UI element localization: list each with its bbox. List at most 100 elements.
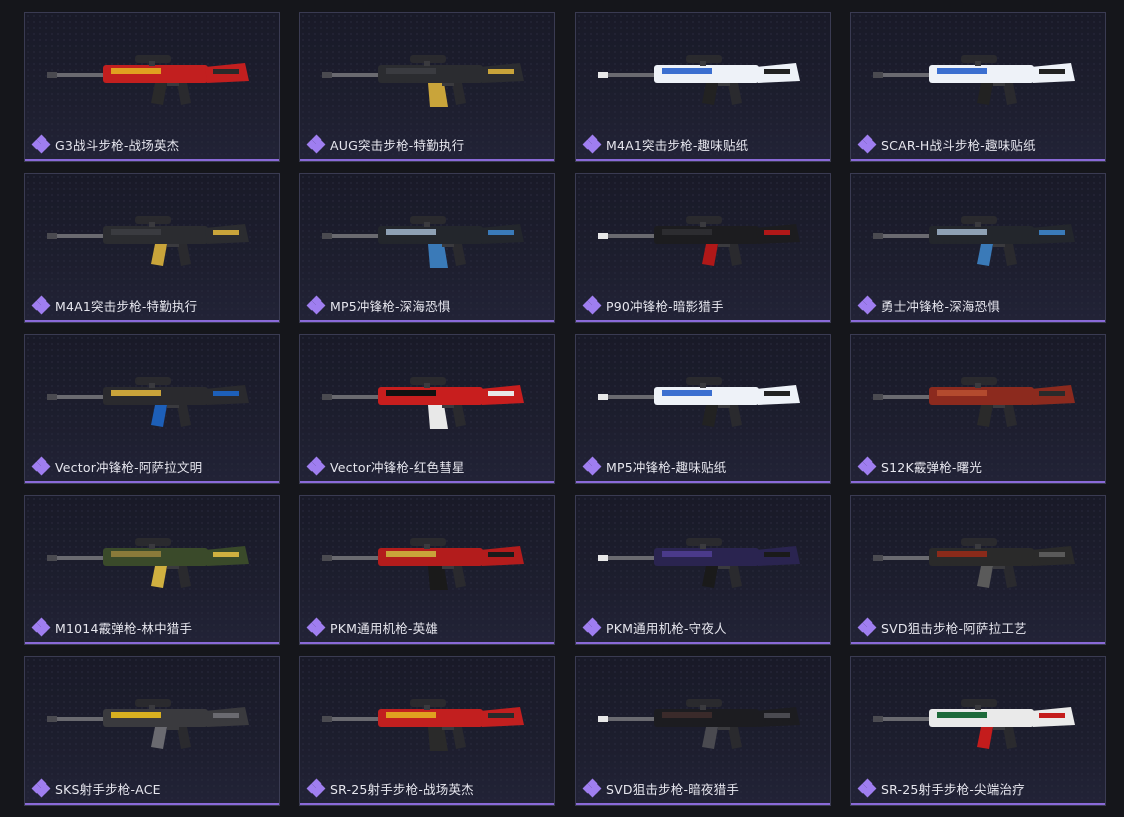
- diamond-cluster-icon: [306, 617, 326, 637]
- diamond-cluster-icon: [857, 456, 877, 476]
- diamond-cluster-icon: [857, 778, 877, 798]
- weapon-image: [320, 679, 536, 769]
- weapon-image: [871, 357, 1087, 447]
- weapon-skin-label: SR-25射手步枪-战场英杰: [306, 778, 474, 798]
- weapon-skin-card[interactable]: P90冲锋枪-暗影猎手: [575, 173, 831, 323]
- weapon-skin-name: Vector冲锋枪-阿萨拉文明: [55, 459, 203, 475]
- diamond-cluster-icon: [857, 295, 877, 315]
- weapon-skin-card[interactable]: Vector冲锋枪-阿萨拉文明: [24, 334, 280, 484]
- weapon-skin-name: MP5冲锋枪-趣味贴纸: [606, 459, 727, 475]
- diamond-cluster-icon: [306, 456, 326, 476]
- weapon-skin-label: SR-25射手步枪-尖端治疗: [857, 778, 1025, 798]
- weapon-skin-card[interactable]: AUG突击步枪-特勤执行: [299, 12, 555, 162]
- weapon-skin-label: Vector冲锋枪-红色彗星: [306, 456, 465, 476]
- weapon-skin-card[interactable]: SR-25射手步枪-尖端治疗: [850, 656, 1106, 806]
- weapon-skin-card[interactable]: M4A1突击步枪-趣味贴纸: [575, 12, 831, 162]
- weapon-skin-name: AUG突击步枪-特勤执行: [330, 137, 465, 153]
- weapon-skin-label: AUG突击步枪-特勤执行: [306, 134, 465, 154]
- weapon-skin-card[interactable]: PKM通用机枪-英雄: [299, 495, 555, 645]
- weapon-skin-name: SCAR-H战斗步枪-趣味贴纸: [881, 137, 1036, 153]
- diamond-cluster-icon: [582, 778, 602, 798]
- diamond-cluster-icon: [31, 617, 51, 637]
- weapon-image: [596, 196, 812, 286]
- weapon-skin-name: SR-25射手步枪-战场英杰: [330, 781, 474, 797]
- diamond-cluster-icon: [582, 134, 602, 154]
- weapon-skin-card[interactable]: MP5冲锋枪-深海恐惧: [299, 173, 555, 323]
- weapon-skin-card[interactable]: 勇士冲锋枪-深海恐惧: [850, 173, 1106, 323]
- weapon-skin-card[interactable]: M1014霰弹枪-林中猎手: [24, 495, 280, 645]
- weapon-skin-name: 勇士冲锋枪-深海恐惧: [881, 298, 1001, 314]
- weapon-image: [596, 35, 812, 125]
- weapon-image: [320, 357, 536, 447]
- diamond-cluster-icon: [31, 778, 51, 798]
- weapon-skin-label: MP5冲锋枪-深海恐惧: [306, 295, 451, 315]
- diamond-cluster-icon: [31, 456, 51, 476]
- weapon-image: [871, 679, 1087, 769]
- weapon-image: [871, 196, 1087, 286]
- diamond-cluster-icon: [306, 295, 326, 315]
- diamond-cluster-icon: [582, 295, 602, 315]
- weapon-image: [45, 35, 261, 125]
- weapon-skin-label: 勇士冲锋枪-深海恐惧: [857, 295, 1001, 315]
- weapon-skin-label: SVD狙击步枪-暗夜猎手: [582, 778, 740, 798]
- weapon-skin-label: SCAR-H战斗步枪-趣味贴纸: [857, 134, 1036, 154]
- weapon-skin-card[interactable]: SCAR-H战斗步枪-趣味贴纸: [850, 12, 1106, 162]
- weapon-skin-name: SKS射手步枪-ACE: [55, 781, 161, 797]
- weapon-skin-label: PKM通用机枪-守夜人: [582, 617, 727, 637]
- weapon-skin-label: Vector冲锋枪-阿萨拉文明: [31, 456, 203, 476]
- weapon-skin-label: M4A1突击步枪-特勤执行: [31, 295, 198, 315]
- diamond-cluster-icon: [31, 134, 51, 154]
- weapon-skin-name: M4A1突击步枪-趣味贴纸: [606, 137, 749, 153]
- weapon-skin-label: SVD狙击步枪-阿萨拉工艺: [857, 617, 1027, 637]
- weapon-skin-name: SR-25射手步枪-尖端治疗: [881, 781, 1025, 797]
- weapon-skin-card[interactable]: PKM通用机枪-守夜人: [575, 495, 831, 645]
- weapon-skin-name: SVD狙击步枪-阿萨拉工艺: [881, 620, 1027, 636]
- diamond-cluster-icon: [306, 134, 326, 154]
- weapon-image: [320, 518, 536, 608]
- weapon-image: [320, 35, 536, 125]
- weapon-skin-name: P90冲锋枪-暗影猎手: [606, 298, 724, 314]
- weapon-skin-name: PKM通用机枪-英雄: [330, 620, 439, 636]
- diamond-cluster-icon: [582, 617, 602, 637]
- weapon-skin-name: S12K霰弹枪-曙光: [881, 459, 983, 475]
- weapon-skin-label: S12K霰弹枪-曙光: [857, 456, 983, 476]
- diamond-cluster-icon: [31, 295, 51, 315]
- diamond-cluster-icon: [306, 778, 326, 798]
- weapon-skin-label: P90冲锋枪-暗影猎手: [582, 295, 724, 315]
- weapon-image: [45, 679, 261, 769]
- weapon-skin-label: M4A1突击步枪-趣味贴纸: [582, 134, 749, 154]
- diamond-cluster-icon: [857, 617, 877, 637]
- weapon-skin-label: G3战斗步枪-战场英杰: [31, 134, 180, 154]
- weapon-image: [45, 357, 261, 447]
- weapon-skin-label: SKS射手步枪-ACE: [31, 778, 161, 798]
- weapon-skin-card[interactable]: G3战斗步枪-战场英杰: [24, 12, 280, 162]
- weapon-skin-label: M1014霰弹枪-林中猎手: [31, 617, 193, 637]
- weapon-skin-name: MP5冲锋枪-深海恐惧: [330, 298, 451, 314]
- weapon-skin-label: PKM通用机枪-英雄: [306, 617, 439, 637]
- weapon-skin-grid: G3战斗步枪-战场英杰 AUG突击步枪-特勤执行 M4A1突击步枪-趣味贴纸 SCAR…: [0, 0, 1124, 817]
- weapon-skin-card[interactable]: SKS射手步枪-ACE: [24, 656, 280, 806]
- diamond-cluster-icon: [857, 134, 877, 154]
- weapon-image: [871, 518, 1087, 608]
- diamond-cluster-icon: [582, 456, 602, 476]
- weapon-skin-card[interactable]: SR-25射手步枪-战场英杰: [299, 656, 555, 806]
- weapon-skin-card[interactable]: MP5冲锋枪-趣味贴纸: [575, 334, 831, 484]
- weapon-skin-name: M4A1突击步枪-特勤执行: [55, 298, 198, 314]
- weapon-image: [45, 196, 261, 286]
- weapon-skin-card[interactable]: SVD狙击步枪-阿萨拉工艺: [850, 495, 1106, 645]
- weapon-image: [871, 35, 1087, 125]
- weapon-skin-name: Vector冲锋枪-红色彗星: [330, 459, 465, 475]
- weapon-skin-name: SVD狙击步枪-暗夜猎手: [606, 781, 740, 797]
- weapon-skin-name: G3战斗步枪-战场英杰: [55, 137, 180, 153]
- weapon-image: [596, 679, 812, 769]
- weapon-image: [596, 518, 812, 608]
- weapon-skin-card[interactable]: Vector冲锋枪-红色彗星: [299, 334, 555, 484]
- weapon-skin-name: PKM通用机枪-守夜人: [606, 620, 727, 636]
- weapon-skin-card[interactable]: M4A1突击步枪-特勤执行: [24, 173, 280, 323]
- weapon-skin-name: M1014霰弹枪-林中猎手: [55, 620, 193, 636]
- weapon-image: [596, 357, 812, 447]
- weapon-skin-card[interactable]: S12K霰弹枪-曙光: [850, 334, 1106, 484]
- weapon-skin-label: MP5冲锋枪-趣味贴纸: [582, 456, 727, 476]
- weapon-image: [45, 518, 261, 608]
- weapon-skin-card[interactable]: SVD狙击步枪-暗夜猎手: [575, 656, 831, 806]
